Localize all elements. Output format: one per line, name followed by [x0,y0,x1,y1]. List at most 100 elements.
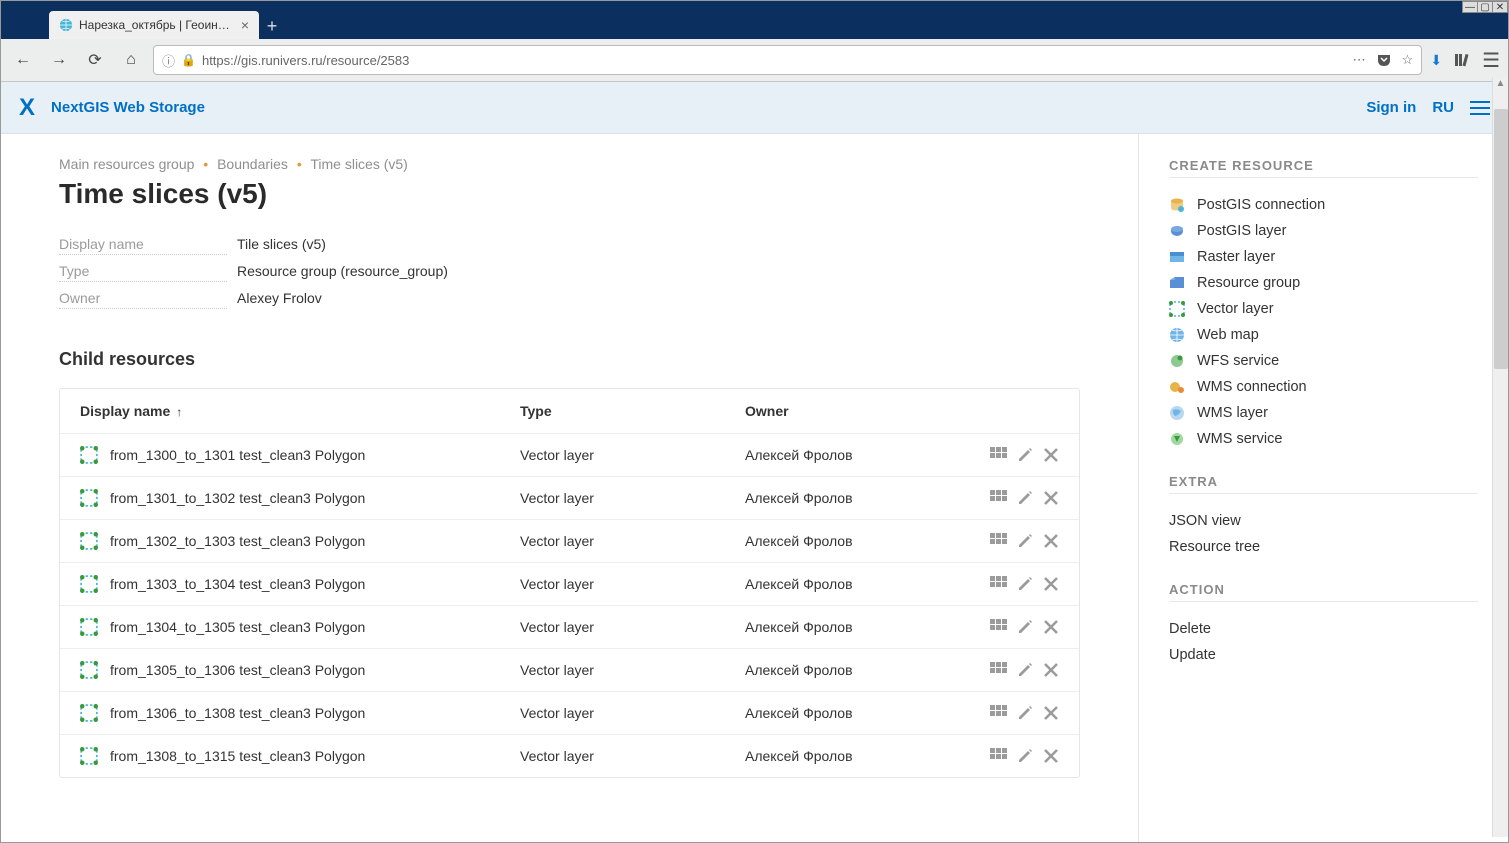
delete-icon[interactable] [1043,576,1059,592]
action-item[interactable]: Delete [1169,616,1478,642]
delete-icon[interactable] [1043,662,1059,678]
row-type: Vector layer [520,447,745,463]
table-row[interactable]: from_1303_to_1304 test_clean3 Polygon Vec… [60,562,1079,605]
create-item-label: Web map [1197,327,1259,343]
browser-tab[interactable]: Нарезка_октябрь | Геоинформа × [49,11,259,39]
back-button[interactable]: ← [9,46,37,74]
create-resource-item[interactable]: WMS connection [1169,374,1478,400]
create-resource-item[interactable]: Raster layer [1169,244,1478,270]
create-resource-item[interactable]: WFS service [1169,348,1478,374]
create-resource-item[interactable]: PostGIS layer [1169,218,1478,244]
edit-icon[interactable] [1017,705,1033,721]
table-row[interactable]: from_1308_to_1315 test_clean3 PolygonVec… [60,734,1079,777]
table-row[interactable]: from_1304_to_1305 test_clean3 PolygonVec… [60,605,1079,648]
action-heading: ACTION [1169,582,1478,602]
more-icon[interactable]: ⋯ [1353,52,1366,68]
delete-icon[interactable] [1043,619,1059,635]
feature-table-icon[interactable] [990,619,1007,631]
create-item-label: PostGIS connection [1197,197,1325,213]
delete-icon[interactable] [1043,533,1059,549]
row-name: from_1302_to_1303 test_clean3 Polygon [110,533,365,549]
row-type: Vector layer [520,576,745,592]
create-resource-item[interactable]: Resource group [1169,270,1478,296]
vector-layer-icon [80,532,98,550]
row-name: from_1303_to_1304 test_clean3 Polygon [110,576,365,592]
edit-icon[interactable] [1017,533,1033,549]
resource-type-icon [1169,379,1185,395]
feature-table-icon[interactable] [990,490,1007,502]
delete-icon[interactable] [1043,447,1059,463]
breadcrumb-mid[interactable]: Boundaries [217,156,288,172]
bookmark-icon[interactable]: ☆ [1402,52,1414,68]
edit-icon[interactable] [1017,490,1033,506]
row-owner: Алексей Фролов [745,447,959,463]
vector-layer-icon [80,446,98,464]
sign-in-link[interactable]: Sign in [1366,99,1416,116]
table-row[interactable]: from_1302_to_1303 test_clean3 PolygonVec… [60,519,1079,562]
table-row[interactable]: from_1300_to_1301 test_clean3 PolygonVec… [60,433,1079,476]
reload-button[interactable]: ⟳ [81,46,109,74]
library-icon[interactable] [1454,52,1470,68]
row-owner: Алексей Фролов [745,576,959,592]
col-owner[interactable]: Owner [745,403,959,419]
create-resource-item[interactable]: Vector layer [1169,296,1478,322]
feature-table-icon[interactable] [990,662,1007,674]
edit-icon[interactable] [1017,619,1033,635]
home-button[interactable]: ⌂ [117,46,145,74]
row-name: from_1306_to_1308 test_clean3 Polygon [110,705,365,721]
scrollbar[interactable]: ▲ [1492,78,1508,837]
new-tab-button[interactable]: + [259,13,285,39]
app-logo[interactable]: X [19,94,35,122]
create-resource-item[interactable]: WMS layer [1169,400,1478,426]
delete-icon[interactable] [1043,705,1059,721]
col-type[interactable]: Type [520,403,745,419]
resource-type-icon [1169,353,1185,369]
table-row[interactable]: from_1305_to_1306 test_clean3 PolygonVec… [60,648,1079,691]
edit-icon[interactable] [1017,576,1033,592]
row-type: Vector layer [520,662,745,678]
breadcrumb-root[interactable]: Main resources group [59,156,194,172]
tab-close-icon[interactable]: × [241,17,249,33]
table-row[interactable]: from_1301_to_1302 test_clean3 PolygonVec… [60,476,1079,519]
resource-type-icon [1169,301,1185,317]
create-resource-item[interactable]: WMS service [1169,426,1478,452]
download-icon[interactable]: ⬇ [1430,52,1442,69]
meta-value-owner: Alexey Frolov [237,290,322,306]
edit-icon[interactable] [1017,662,1033,678]
menu-icon[interactable]: ☰ [1482,48,1500,73]
create-resource-item[interactable]: Web map [1169,322,1478,348]
window-maximize[interactable]: ▢ [1477,1,1493,13]
edit-icon[interactable] [1017,447,1033,463]
window-minimize[interactable]: — [1462,1,1478,13]
sort-asc-icon: ↑ [176,405,182,419]
meta-value-type: Resource group (resource_group) [237,263,448,279]
create-item-label: WMS connection [1197,379,1307,395]
feature-table-icon[interactable] [990,533,1007,545]
extra-item[interactable]: Resource tree [1169,534,1478,560]
app-title[interactable]: NextGIS Web Storage [51,99,205,116]
col-display-name[interactable]: Display name↑ [80,403,520,419]
info-icon: ⓘ [162,51,175,70]
resource-type-icon [1169,275,1185,291]
hamburger-icon[interactable] [1470,101,1490,115]
create-resource-heading: CREATE RESOURCE [1169,158,1478,178]
action-item[interactable]: Update [1169,642,1478,668]
feature-table-icon[interactable] [990,576,1007,588]
edit-icon[interactable] [1017,748,1033,764]
meta-block: Display name Tile slices (v5) Type Resou… [59,236,1080,309]
address-bar[interactable]: ⓘ 🔒 https://gis.runivers.ru/resource/258… [153,45,1422,75]
globe-icon [59,18,73,32]
extra-item[interactable]: JSON view [1169,508,1478,534]
delete-icon[interactable] [1043,490,1059,506]
table-row[interactable]: from_1306_to_1308 test_clean3 PolygonVec… [60,691,1079,734]
feature-table-icon[interactable] [990,748,1007,760]
window-close[interactable]: ✕ [1492,1,1508,13]
lang-switch[interactable]: RU [1432,99,1454,116]
row-type: Vector layer [520,490,745,506]
forward-button[interactable]: → [45,46,73,74]
delete-icon[interactable] [1043,748,1059,764]
pocket-icon[interactable] [1376,52,1392,68]
create-resource-item[interactable]: PostGIS connection [1169,192,1478,218]
feature-table-icon[interactable] [990,705,1007,717]
feature-table-icon[interactable] [990,447,1007,459]
